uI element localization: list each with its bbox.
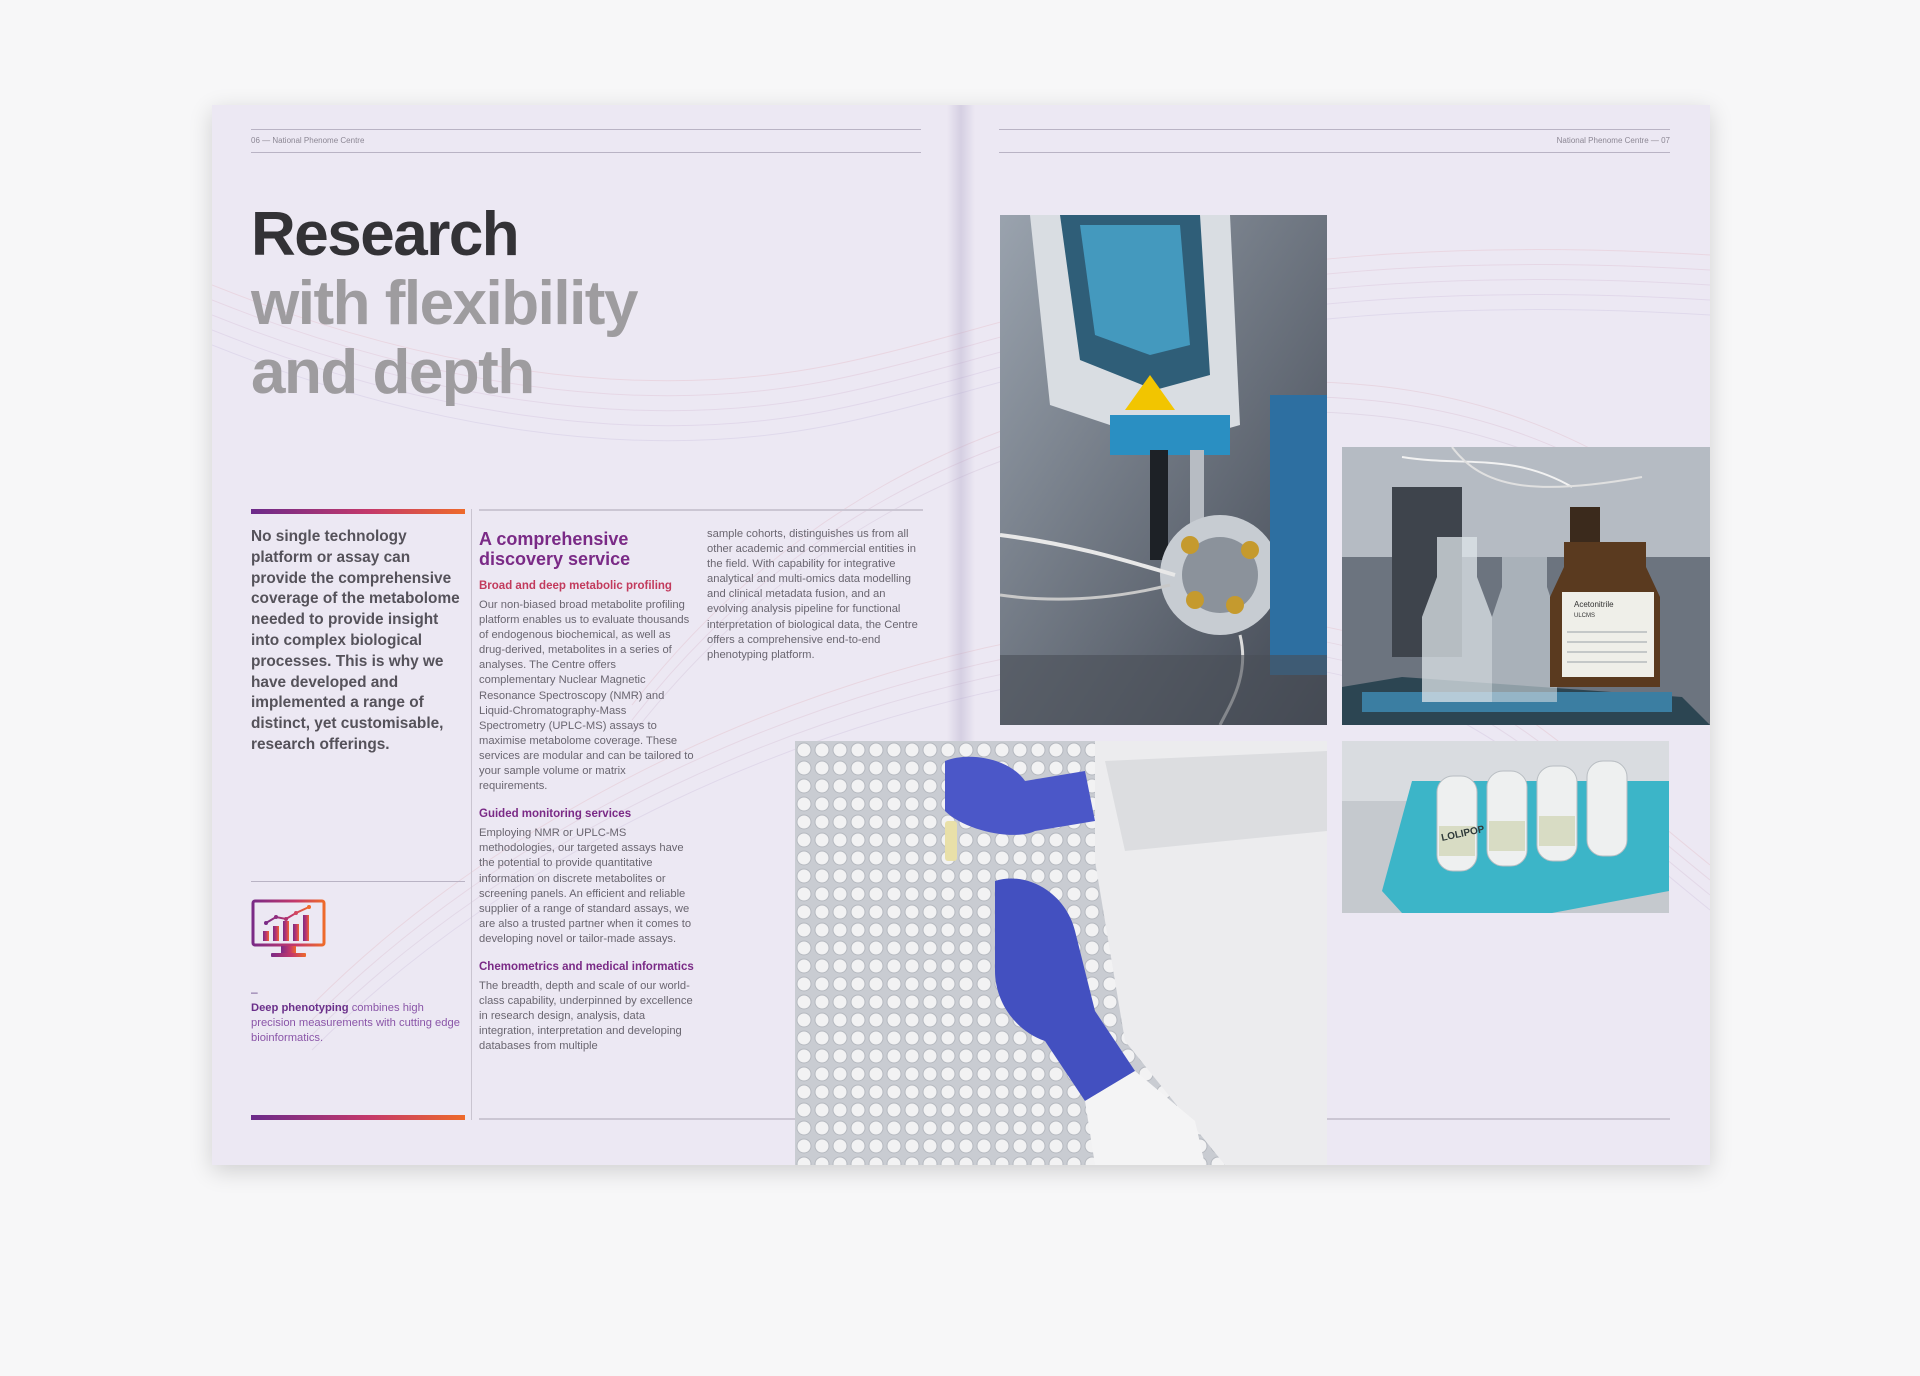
gradient-rule-top xyxy=(251,509,465,514)
section-title: A comprehensive discovery service xyxy=(479,529,631,569)
running-head-right: National Phenome Centre — 07 xyxy=(999,129,1670,153)
bottle-label-acetonitrile: Acetonitrile xyxy=(1574,600,1614,609)
text-column-2: sample cohorts, distinguishes us from al… xyxy=(707,527,923,676)
monitor-chart-icon xyxy=(251,899,326,957)
intro-statement: No single technology platform or assay c… xyxy=(251,528,460,753)
caption-dash: – xyxy=(251,985,258,999)
paragraph-metabolic-profiling: Our non-biased broad metabolite profilin… xyxy=(479,599,694,793)
subheading-chemometrics: Chemometrics and medical informatics xyxy=(479,960,694,973)
paragraph-continuation: sample cohorts, distinguishes us from al… xyxy=(707,528,918,661)
section-top-rule xyxy=(479,509,923,511)
subheading-metabolic-profiling: Broad and deep metabolic profiling xyxy=(479,580,672,592)
paragraph-chemometrics: The breadth, depth and scale of our worl… xyxy=(479,979,693,1053)
title-line-2: with flexibility xyxy=(251,269,638,338)
vials-photo xyxy=(795,741,1327,1165)
sidebar-caption: Deep phenotyping combines high precision… xyxy=(251,1001,461,1046)
running-head-left: 06 — National Phenome Centre xyxy=(251,129,921,153)
instrument-photo xyxy=(1000,215,1327,725)
title-line-1: Research xyxy=(251,200,520,269)
column-divider xyxy=(471,509,472,1120)
page-title: Research with flexibility and depth xyxy=(251,200,638,407)
subheading-guided-monitoring: Guided monitoring services xyxy=(479,808,632,821)
tubes-photo: LOLIPOP xyxy=(1342,741,1669,913)
title-line-3: and depth xyxy=(251,338,535,407)
sidebar-rule xyxy=(251,881,465,882)
paragraph-guided-monitoring: Employing NMR or UPLC-MS methodologies, … xyxy=(479,827,692,945)
caption-bold: Deep phenotyping xyxy=(251,1002,349,1014)
brochure-spread: 06 — National Phenome Centre National Ph… xyxy=(212,105,1710,1165)
bottles-photo: Acetonitrile ULCMS xyxy=(1342,447,1710,725)
bottle-label-ulcms: ULCMS xyxy=(1574,613,1595,619)
text-column-1: Broad and deep metabolic profiling Our n… xyxy=(479,579,694,1067)
gradient-rule-bottom xyxy=(251,1115,465,1120)
